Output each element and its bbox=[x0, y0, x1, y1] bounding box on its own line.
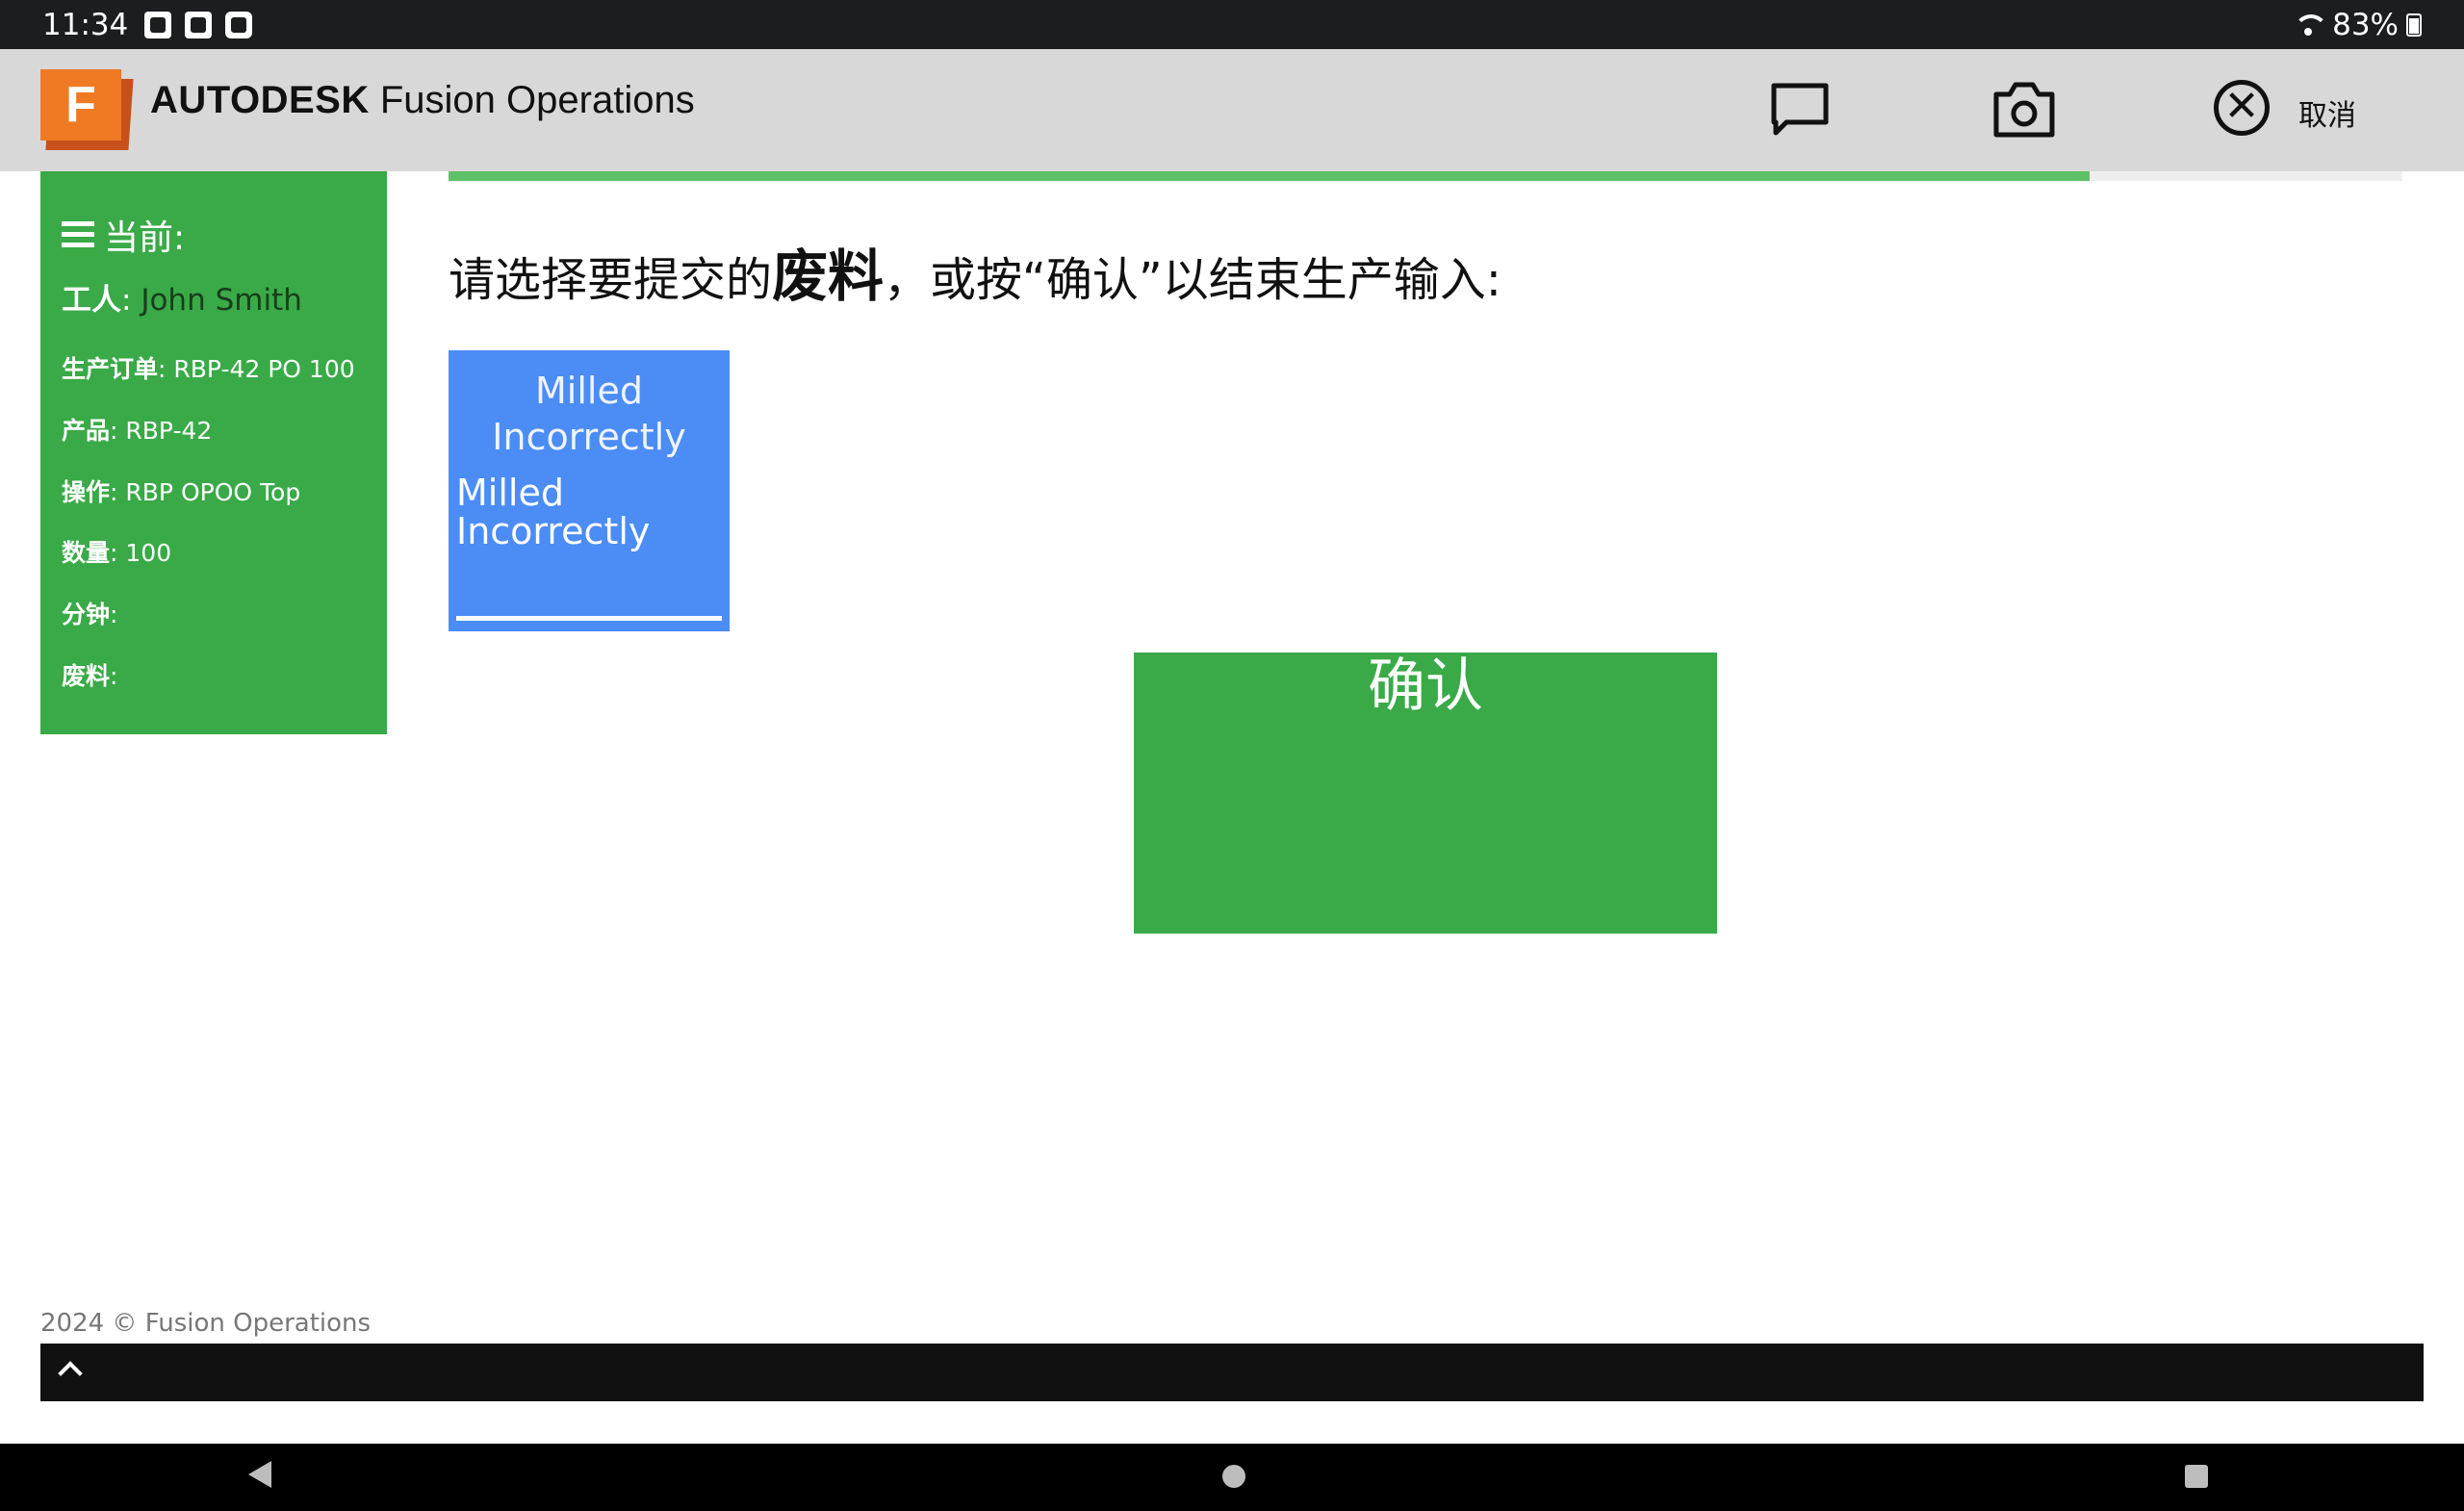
colon: : bbox=[158, 355, 167, 383]
tile-selection-bar bbox=[456, 616, 722, 621]
system-nav-bar bbox=[0, 1444, 2464, 1511]
colon: : bbox=[110, 478, 118, 506]
quantity-value: 100 bbox=[125, 539, 172, 567]
scrap-key: 废料 bbox=[62, 662, 111, 690]
scrap-row: 废料: bbox=[62, 657, 117, 692]
product-value: RBP-42 bbox=[125, 417, 213, 445]
system-indicators: 83% bbox=[2294, 8, 2422, 42]
footer-bar bbox=[40, 1344, 2424, 1401]
battery-level: 83% bbox=[2332, 8, 2399, 42]
order-value: RBP-42 PO 100 bbox=[173, 355, 355, 383]
worker-name: John Smith bbox=[141, 283, 302, 318]
colon: : bbox=[110, 662, 118, 690]
colon: : bbox=[121, 283, 132, 318]
clock-icon bbox=[225, 12, 252, 38]
step-progress-bar bbox=[449, 171, 2402, 181]
image-icon bbox=[144, 12, 171, 38]
quantity-key: 数量 bbox=[62, 539, 111, 567]
worker-key: 工人 bbox=[62, 283, 121, 318]
wifi-icon bbox=[2294, 13, 2329, 38]
confirm-button[interactable]: 确认 bbox=[1134, 653, 1717, 934]
cancel-button[interactable]: ✕ 取消 bbox=[2214, 72, 2387, 149]
panel-header[interactable]: 当前: bbox=[62, 210, 185, 260]
back-icon[interactable] bbox=[248, 1461, 271, 1488]
camera-icon[interactable] bbox=[1992, 81, 2056, 139]
close-circle-icon: ✕ bbox=[2214, 80, 2270, 136]
brand-autodesk: AUTODESK bbox=[150, 79, 370, 121]
menu-icon[interactable] bbox=[62, 221, 94, 248]
photo-icon bbox=[185, 12, 212, 38]
copyright-text: 2024 © Fusion Operations bbox=[40, 1309, 372, 1338]
logo-letter: F bbox=[40, 69, 121, 141]
scrap-reason-tile[interactable]: Milled Incorrectly Milled Incorrectly bbox=[449, 350, 730, 631]
tile-title: Milled Incorrectly bbox=[492, 370, 686, 458]
confirm-label: 确认 bbox=[1368, 653, 1483, 720]
product-key: 产品 bbox=[62, 417, 111, 445]
operation-row: 操作: RBP OPOO Top bbox=[62, 474, 300, 508]
progress-fill bbox=[449, 171, 2091, 181]
clock-time: 11:34 bbox=[42, 8, 129, 42]
operation-value: RBP OPOO Top bbox=[125, 478, 301, 506]
order-row: 生产订单: RBP-42 PO 100 bbox=[62, 350, 355, 385]
quantity-row: 数量: 100 bbox=[62, 534, 171, 569]
system-status-bar: 11:34 83% bbox=[0, 0, 2464, 49]
scrap-prompt: 请选择要提交的废料，或按“确认”以结束生产输入: bbox=[449, 231, 1502, 312]
prompt-pre: 请选择要提交的 bbox=[449, 253, 773, 307]
colon: : bbox=[110, 417, 118, 445]
minutes-row: 分钟: bbox=[62, 596, 117, 630]
prompt-post: ，或按“确认”以结束生产输入: bbox=[884, 253, 1502, 307]
brand-title: AUTODESK Fusion Operations bbox=[150, 79, 695, 122]
worker-row: 工人: John Smith bbox=[62, 275, 302, 319]
product-row: 产品: RBP-42 bbox=[62, 412, 212, 447]
battery-icon bbox=[2406, 13, 2422, 37]
operation-key: 操作 bbox=[62, 478, 111, 506]
tile-label: Milled Incorrectly bbox=[456, 472, 651, 552]
home-icon[interactable] bbox=[1222, 1465, 1245, 1488]
order-key: 生产订单 bbox=[62, 355, 159, 383]
chevron-up-icon[interactable] bbox=[58, 1361, 83, 1386]
app-header: F AUTODESK Fusion Operations ✕ 取消 bbox=[0, 49, 2464, 171]
current-info-panel: 当前: 工人: John Smith 生产订单: RBP-42 PO 100 产… bbox=[40, 171, 387, 734]
colon: : bbox=[110, 601, 118, 628]
brand-product: Fusion Operations bbox=[379, 79, 695, 121]
fusion-logo: F bbox=[40, 69, 134, 150]
prompt-bold: 废料 bbox=[772, 243, 885, 309]
colon: : bbox=[110, 539, 118, 567]
minutes-key: 分钟 bbox=[62, 601, 111, 628]
cancel-label: 取消 bbox=[2298, 99, 2356, 133]
chat-icon[interactable] bbox=[1769, 81, 1831, 139]
panel-title: 当前: bbox=[104, 218, 186, 258]
recents-icon[interactable] bbox=[2185, 1465, 2208, 1488]
